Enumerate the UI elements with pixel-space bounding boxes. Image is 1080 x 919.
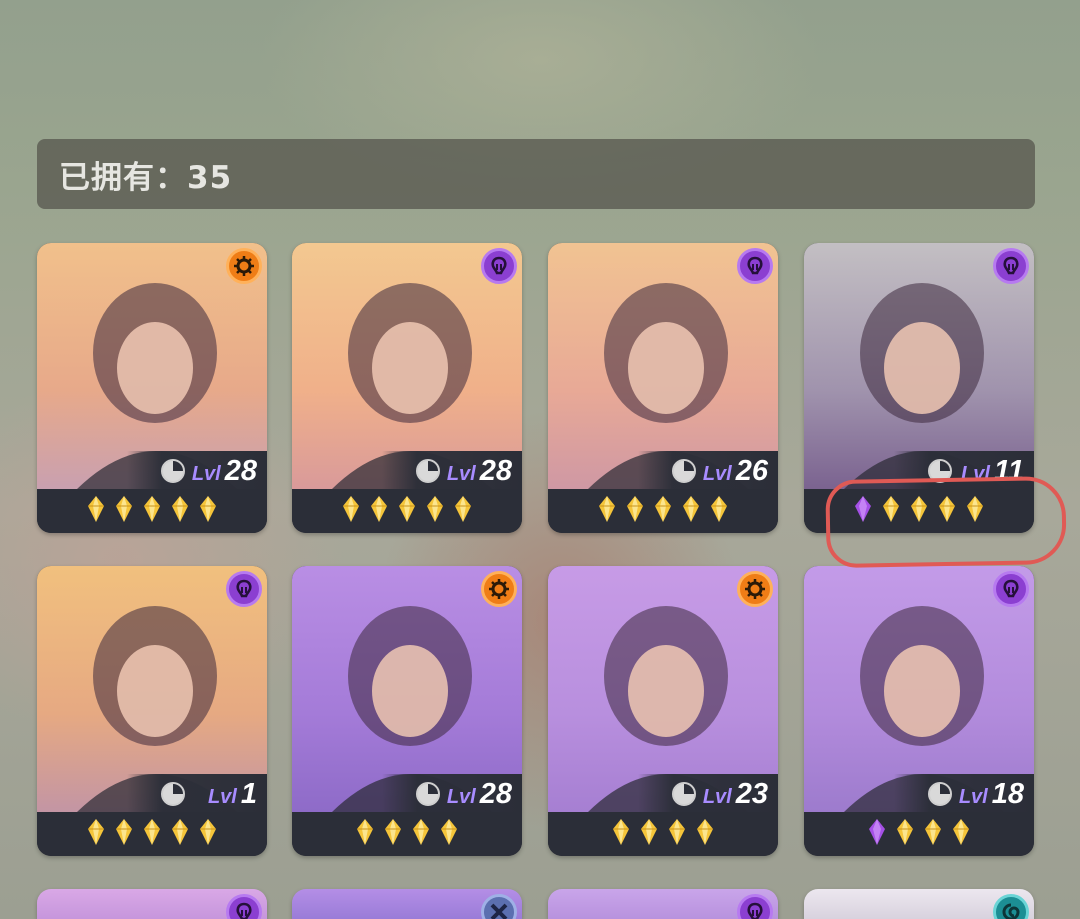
faction-icon: [737, 894, 773, 919]
faction-icon: [481, 248, 517, 284]
character-card[interactable]: [37, 889, 267, 919]
star-gem-icon: [354, 817, 376, 851]
star-gem-icon: [680, 494, 702, 528]
star-gem-icon: [424, 494, 446, 528]
star-gem-icon: [694, 817, 716, 851]
star-gem-icon: [652, 494, 674, 528]
progress-ring-icon: [672, 782, 696, 806]
faction-icon: [481, 571, 517, 607]
star-gem-icon: [950, 817, 972, 851]
star-rating: [548, 489, 778, 533]
star-rating: [37, 812, 267, 856]
character-grid: Lvl 28 Lvl 28 Lvl 26 Lvl 11 Lvl 1 Lvl 28 Lvl 23 Lvl 18: [0, 0, 1080, 919]
level-value: Lvl 26: [703, 455, 768, 490]
progress-ring-icon: [416, 782, 440, 806]
faction-icon: [737, 248, 773, 284]
level-number: 28: [479, 778, 512, 810]
star-gem-icon: [638, 817, 660, 851]
star-gem-icon: [141, 817, 163, 851]
character-card[interactable]: Lvl 18: [804, 566, 1034, 856]
character-card[interactable]: Lvl 26: [548, 243, 778, 533]
level-bar: Lvl 23: [638, 774, 778, 814]
star-gem-icon: [596, 494, 618, 528]
level-bar: Lvl 26: [638, 451, 778, 491]
star-gem-icon: [382, 817, 404, 851]
level-bar: Lvl 18: [894, 774, 1034, 814]
star-gem-icon: [141, 494, 163, 528]
star-gem-icon: [396, 494, 418, 528]
star-gem-icon: [624, 494, 646, 528]
character-card[interactable]: Lvl 1: [37, 566, 267, 856]
level-bar: Lvl 1: [127, 774, 267, 814]
faction-icon: [993, 571, 1029, 607]
star-gem-icon: [85, 817, 107, 851]
star-gem-icon: [894, 817, 916, 851]
level-value: Lvl 28: [447, 778, 512, 813]
character-card[interactable]: [292, 889, 522, 919]
progress-ring-icon: [161, 782, 185, 806]
faction-icon: [993, 248, 1029, 284]
star-gem-icon: [197, 494, 219, 528]
level-number: 26: [735, 455, 768, 487]
star-rating: [292, 812, 522, 856]
level-value: Lvl 1: [208, 778, 257, 813]
character-card[interactable]: Lvl 28: [292, 566, 522, 856]
level-prefix: Lvl: [958, 786, 988, 808]
level-prefix: Lvl: [702, 463, 732, 485]
character-card[interactable]: Lvl 23: [548, 566, 778, 856]
star-rating: [37, 489, 267, 533]
red-annotation-circle: [825, 475, 1067, 569]
star-gem-icon: [410, 817, 432, 851]
star-rating: [548, 812, 778, 856]
character-card[interactable]: Lvl 28: [292, 243, 522, 533]
star-gem-icon: [340, 494, 362, 528]
level-value: Lvl 18: [959, 778, 1024, 813]
star-rating: [804, 812, 1034, 856]
character-card[interactable]: [804, 889, 1034, 919]
progress-ring-icon: [161, 459, 185, 483]
character-card[interactable]: [548, 889, 778, 919]
star-rating: [292, 489, 522, 533]
faction-icon: [226, 571, 262, 607]
level-value: Lvl 23: [703, 778, 768, 813]
progress-ring-icon: [672, 459, 696, 483]
progress-ring-icon: [928, 782, 952, 806]
star-gem-icon: [169, 817, 191, 851]
level-prefix: Lvl: [191, 463, 221, 485]
star-gem-icon: [438, 817, 460, 851]
level-number: 18: [991, 778, 1024, 810]
progress-ring-icon: [416, 459, 440, 483]
star-gem-icon: [85, 494, 107, 528]
level-bar: Lvl 28: [127, 451, 267, 491]
faction-icon: [226, 894, 262, 919]
level-bar: Lvl 28: [382, 774, 522, 814]
level-prefix: Lvl: [446, 786, 476, 808]
level-prefix: Lvl: [207, 786, 237, 808]
level-value: Lvl 28: [192, 455, 257, 490]
level-prefix: Lvl: [446, 463, 476, 485]
star-gem-icon: [452, 494, 474, 528]
star-gem-icon: [113, 494, 135, 528]
crystal-icon: [866, 817, 888, 851]
level-number: 23: [735, 778, 768, 810]
character-card[interactable]: Lvl 28: [37, 243, 267, 533]
star-gem-icon: [169, 494, 191, 528]
faction-icon: [481, 894, 517, 919]
level-prefix: Lvl: [702, 786, 732, 808]
star-gem-icon: [610, 817, 632, 851]
star-gem-icon: [708, 494, 730, 528]
level-number: 1: [240, 778, 257, 810]
level-number: 28: [479, 455, 512, 487]
level-value: Lvl 28: [447, 455, 512, 490]
star-gem-icon: [113, 817, 135, 851]
faction-icon: [737, 571, 773, 607]
star-gem-icon: [197, 817, 219, 851]
star-gem-icon: [922, 817, 944, 851]
star-gem-icon: [368, 494, 390, 528]
star-gem-icon: [666, 817, 688, 851]
level-number: 28: [224, 455, 257, 487]
level-bar: Lvl 28: [382, 451, 522, 491]
faction-icon: [226, 248, 262, 284]
faction-icon: [993, 894, 1029, 919]
